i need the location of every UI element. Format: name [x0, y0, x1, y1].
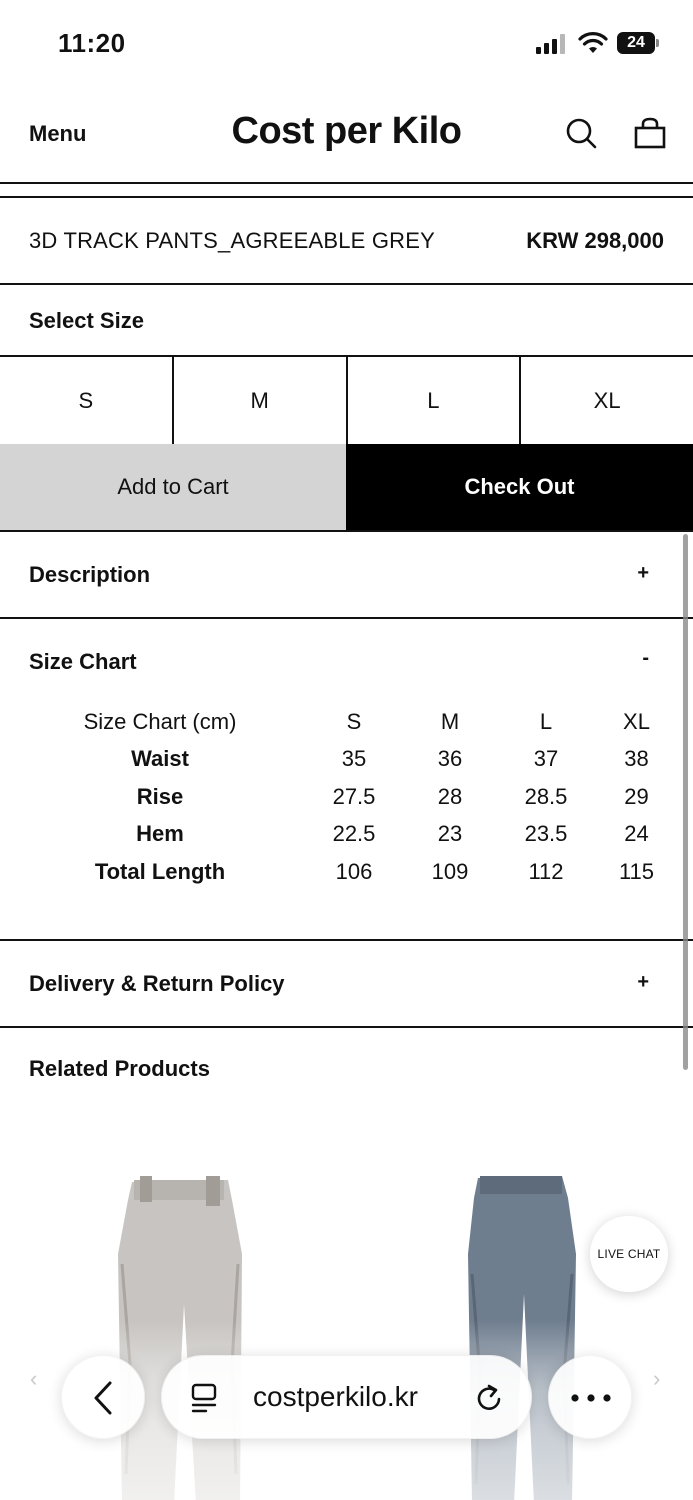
size-chart-header-cell: S [346, 708, 362, 734]
size-chart-cell: 22.5 [332, 821, 376, 847]
size-chart-accordion: Size Chart - Size Chart (cm) S M L XL Wa… [0, 619, 693, 941]
carousel-prev-arrow[interactable]: ‹ [30, 1366, 37, 1392]
size-chart-row-label: Waist [131, 746, 189, 772]
delivery-expand-icon[interactable]: + [637, 971, 649, 994]
size-chart-table: Size Chart (cm) S M L XL Waist 35 36 37 … [0, 703, 693, 891]
size-chart-row-label: Hem [136, 821, 184, 847]
product-info-row: 3D TRACK PANTS_AGREEABLE GREY KRW 298,00… [0, 196, 693, 285]
select-size-label: Select Size [29, 308, 144, 333]
size-chart-row: Hem 22.5 23 23.5 24 [0, 816, 693, 854]
delivery-return-label: Delivery & Return Policy [29, 971, 285, 996]
size-options: S M L XL [0, 357, 693, 444]
size-chart-row: Rise 27.5 28 28.5 29 [0, 778, 693, 816]
size-chart-cell: 27.5 [332, 783, 376, 809]
related-products-title: Related Products [29, 1056, 210, 1081]
size-chart-cell: 115 [618, 858, 655, 884]
live-chat-button[interactable]: LIVE CHAT [590, 1216, 668, 1292]
reload-icon[interactable] [475, 1383, 505, 1413]
page-menu-icon[interactable] [190, 1383, 218, 1413]
url-text: costperkilo.kr [253, 1381, 418, 1412]
size-chart-cell: 28.5 [524, 783, 568, 809]
size-chart-cell: 37 [533, 746, 559, 772]
description-expand-icon[interactable]: + [637, 562, 649, 585]
cellular-signal-icon [536, 34, 568, 54]
chevron-left-icon [94, 1381, 112, 1415]
size-option-m[interactable]: M [173, 357, 348, 444]
size-option-s[interactable]: S [0, 357, 174, 444]
browser-more-button[interactable] [548, 1355, 632, 1439]
battery-level: 24 [617, 32, 655, 54]
size-option-xl[interactable]: XL [521, 357, 693, 444]
size-chart-cell: 28 [437, 783, 463, 809]
site-header: Menu Cost per Kilo [0, 88, 693, 184]
size-chart-cell: 29 [624, 783, 649, 809]
size-chart-collapse-icon[interactable]: - [642, 647, 649, 670]
product-price: KRW 298,000 [526, 228, 664, 253]
size-chart-cell: 38 [624, 746, 649, 772]
size-chart-label[interactable]: Size Chart [29, 649, 137, 675]
size-option-l[interactable]: L [347, 357, 522, 444]
search-icon[interactable] [564, 116, 598, 150]
status-bar: 11:20 24 [0, 0, 693, 88]
size-chart-cell: 35 [341, 746, 367, 772]
size-chart-row-label: Total Length [94, 858, 226, 884]
size-chart-header-cell: L [539, 708, 553, 734]
size-chart-cell: 112 [528, 858, 564, 884]
size-chart-cell: 109 [431, 858, 469, 884]
size-chart-header-cell: XL [623, 708, 650, 734]
size-chart-cell: 23.5 [524, 821, 568, 847]
status-time: 11:20 [58, 28, 126, 58]
size-chart-cell: 23 [437, 821, 463, 847]
size-chart-row-label: Rise [136, 783, 184, 809]
action-buttons: Add to Cart Check Out [0, 444, 693, 532]
size-chart-header-cell: M [440, 708, 460, 734]
scrollbar[interactable] [683, 534, 688, 1070]
browser-back-button[interactable] [61, 1355, 145, 1439]
browser-url-bar[interactable]: costperkilo.kr [161, 1355, 532, 1439]
size-chart-cell: 106 [335, 858, 373, 884]
battery-icon: 24 [617, 32, 659, 54]
size-chart-cell: 24 [624, 821, 649, 847]
check-out-button[interactable]: Check Out [346, 444, 693, 530]
size-chart-header-row: Size Chart (cm) S M L XL [0, 703, 693, 741]
size-chart-row: Waist 35 36 37 38 [0, 741, 693, 779]
description-accordion[interactable]: Description + [0, 532, 693, 619]
size-chart-title-cell: Size Chart (cm) [83, 708, 237, 734]
carousel-next-arrow[interactable]: › [653, 1366, 660, 1392]
product-name: 3D TRACK PANTS_AGREEABLE GREY [29, 228, 436, 253]
wifi-icon [578, 32, 608, 53]
add-to-cart-button[interactable]: Add to Cart [0, 444, 346, 530]
shopping-bag-icon[interactable] [633, 116, 667, 150]
select-size-row: Select Size [0, 285, 693, 357]
size-chart-cell: 36 [437, 746, 463, 772]
size-chart-row: Total Length 106 109 112 115 [0, 853, 693, 891]
more-options-icon [571, 1394, 611, 1402]
delivery-return-accordion[interactable]: Delivery & Return Policy + [0, 941, 693, 1028]
description-label: Description [29, 562, 151, 587]
